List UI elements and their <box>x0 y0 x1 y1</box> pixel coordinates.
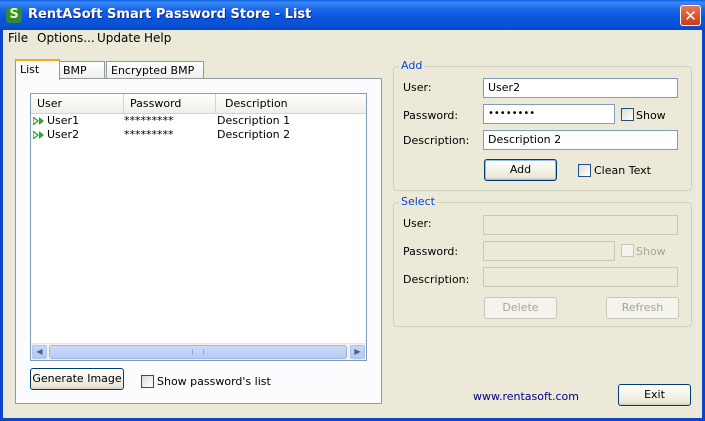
double-arrow-right-icon <box>33 131 44 139</box>
select-group-title: Select <box>399 195 437 208</box>
show-passwords-label[interactable]: Show password's list <box>157 375 271 388</box>
add-show-label[interactable]: Show <box>636 109 666 122</box>
exit-button[interactable]: Exit <box>618 384 691 406</box>
table-row[interactable]: User1 ********* Description 1 <box>31 114 366 128</box>
close-button[interactable]: ✕ <box>680 5 701 26</box>
delete-button[interactable]: Delete <box>484 297 557 319</box>
main-window: S RentASoft Smart Password Store - List … <box>0 0 705 421</box>
double-arrow-right-icon <box>33 117 44 125</box>
select-description-label: Description: <box>403 273 470 286</box>
show-passwords-checkbox[interactable] <box>141 375 154 388</box>
website-link[interactable]: www.rentasoft.com <box>473 390 579 403</box>
cell-user: User1 <box>47 114 80 127</box>
menu-options[interactable]: Options... <box>37 31 95 45</box>
select-user-label: User: <box>403 217 432 230</box>
select-password-field[interactable] <box>483 241 615 261</box>
table-row[interactable]: User2 ********* Description 2 <box>31 128 366 142</box>
tab-list[interactable]: List <box>15 59 60 80</box>
list-header: User Password Description <box>31 94 366 114</box>
scroll-right-icon[interactable]: ▶ <box>350 345 365 359</box>
select-user-field[interactable] <box>483 215 678 235</box>
window-frame-left <box>0 30 3 421</box>
title-bar[interactable]: S RentASoft Smart Password Store - List … <box>0 0 705 30</box>
select-show-checkbox[interactable] <box>621 244 634 257</box>
add-show-checkbox[interactable] <box>621 108 634 121</box>
add-user-field[interactable]: User2 <box>483 78 678 98</box>
cell-description: Description 1 <box>217 114 291 127</box>
cell-user: User2 <box>47 128 80 141</box>
menu-bar: File Options... Update Help <box>3 30 702 48</box>
generate-image-button[interactable]: Generate Image <box>30 368 124 390</box>
grip-icon <box>192 349 204 355</box>
close-icon: ✕ <box>684 7 697 25</box>
password-list[interactable]: User Password Description User1 ********… <box>30 93 367 361</box>
cell-password: ********* <box>124 114 174 127</box>
app-icon: S <box>6 7 22 23</box>
scroll-left-icon[interactable]: ◀ <box>32 345 47 359</box>
add-password-label: Password: <box>403 109 459 122</box>
select-password-label: Password: <box>403 245 459 258</box>
add-group-title: Add <box>399 59 425 72</box>
column-header-password[interactable]: Password <box>124 94 216 113</box>
add-description-label: Description: <box>403 134 470 147</box>
select-description-field[interactable] <box>483 267 678 287</box>
cell-description: Description 2 <box>217 128 291 141</box>
scrollbar-thumb[interactable] <box>49 345 347 359</box>
add-password-field[interactable]: •••••••• <box>483 104 615 124</box>
refresh-button[interactable]: Refresh <box>606 297 679 319</box>
menu-update[interactable]: Update <box>97 31 140 45</box>
cell-password: ********* <box>124 128 174 141</box>
clean-text-label[interactable]: Clean Text <box>594 164 651 177</box>
clean-text-checkbox[interactable] <box>578 164 591 177</box>
add-button[interactable]: Add <box>484 159 557 181</box>
add-description-field[interactable]: Description 2 <box>483 130 678 150</box>
window-title: RentASoft Smart Password Store - List <box>28 7 312 22</box>
column-header-user[interactable]: User <box>31 94 124 113</box>
menu-file[interactable]: File <box>8 31 28 45</box>
horizontal-scrollbar[interactable]: ◀ ▶ <box>31 343 366 360</box>
column-header-description[interactable]: Description <box>216 94 308 113</box>
add-user-label: User: <box>403 81 432 94</box>
select-show-label[interactable]: Show <box>636 245 666 258</box>
menu-help[interactable]: Help <box>144 31 171 45</box>
